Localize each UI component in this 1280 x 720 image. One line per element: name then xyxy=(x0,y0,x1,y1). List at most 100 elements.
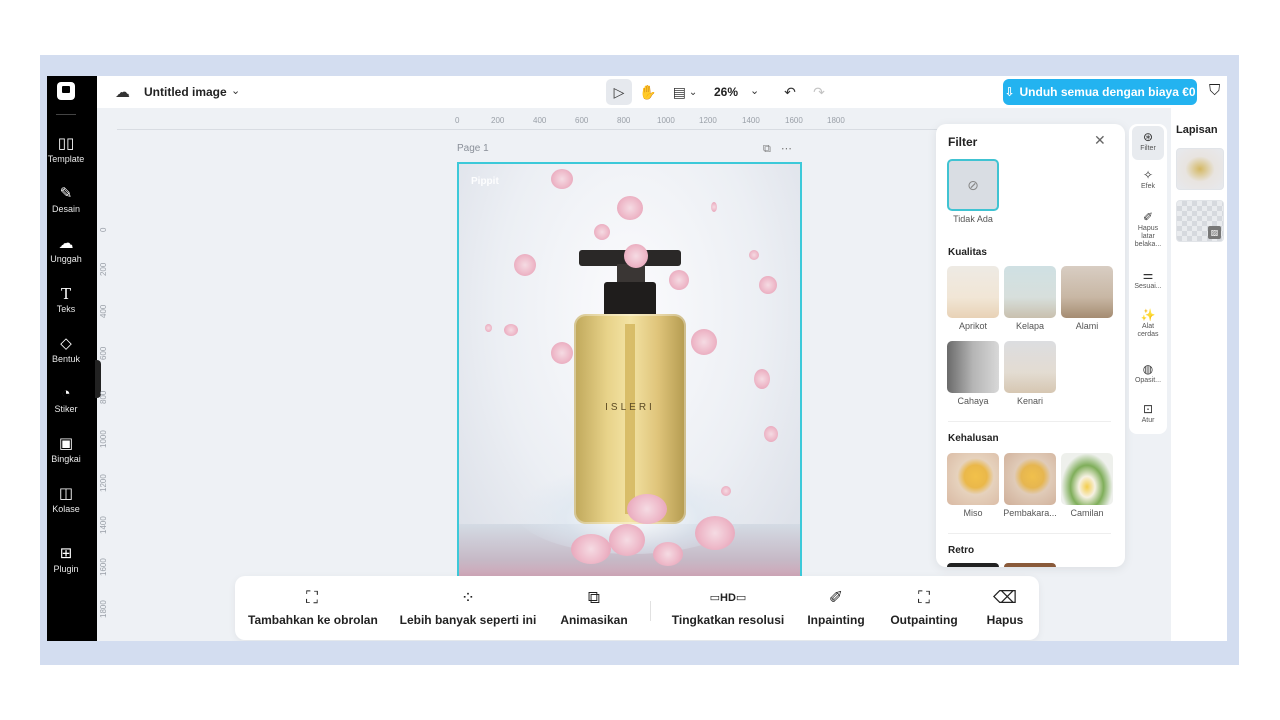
ruler-tick: 0 xyxy=(99,227,108,232)
select-tool-button[interactable]: ▷ xyxy=(606,79,632,105)
inpainting-button[interactable]: ✐ Inpainting xyxy=(803,588,869,627)
filter-panel: Filter ✕ ⊘ Tidak Ada Kualitas Aprikot Ke… xyxy=(936,124,1125,567)
editor-app: ▯▯ Template ✎ Desain ☁ Unggah T Teks ◇ B… xyxy=(47,76,1227,641)
rail-item-desain[interactable]: ✎ Desain xyxy=(47,185,85,215)
add-to-chat-icon: ⛶ xyxy=(306,588,318,607)
image-icon: ▨ xyxy=(1208,226,1221,239)
ruler-tick: 1200 xyxy=(99,474,108,492)
document-title[interactable]: Untitled image xyxy=(144,85,227,99)
rail-item-bingkai[interactable]: ▣ Bingkai xyxy=(47,435,85,465)
filter-cahaya[interactable] xyxy=(947,341,999,393)
blossom xyxy=(551,169,573,189)
animate-icon: ⧉ xyxy=(587,588,601,607)
rail-item-label: Plugin xyxy=(53,564,79,574)
more-like-this-icon: ⁘ xyxy=(460,588,476,607)
eraser-icon: ⌫ xyxy=(992,588,1018,607)
plugin-icon: ⊞ xyxy=(59,545,73,562)
ruler-tick: 1000 xyxy=(99,430,108,448)
blossom xyxy=(609,524,645,556)
smart-tools-icon: ✨ xyxy=(1140,308,1156,322)
more-options-icon[interactable]: ⋯ xyxy=(781,143,802,155)
rail-item-bentuk[interactable]: ◇ Bentuk xyxy=(47,336,85,365)
section-divider xyxy=(948,421,1111,422)
chevron-down-icon[interactable]: ⌄ xyxy=(231,84,240,97)
effects-icon: ✧ xyxy=(1142,168,1154,182)
upscale-button[interactable]: ▭HD▭ Tingkatkan resolusi xyxy=(669,588,787,627)
filter-label: Camilan xyxy=(1070,508,1104,518)
erase-button[interactable]: ⌫ Hapus xyxy=(981,588,1029,627)
ruler-tick: 600 xyxy=(575,116,589,125)
chevron-down-icon[interactable]: ⌄ xyxy=(750,84,759,97)
tool-label: Filter xyxy=(1140,145,1156,152)
layout-menu-button[interactable]: ▤ ⌄ xyxy=(667,79,703,105)
rail-item-teks[interactable]: T Teks xyxy=(47,286,85,314)
shield-check-icon[interactable]: ⛉ xyxy=(1209,82,1220,99)
frame-icon: ▣ xyxy=(58,435,74,452)
close-icon[interactable]: ✕ xyxy=(1094,132,1106,149)
rail-item-label: Stiker xyxy=(54,404,78,414)
add-to-chat-button[interactable]: ⛶ Tambahkan ke obrolan xyxy=(248,588,378,627)
design-icon: ✎ xyxy=(59,185,73,202)
tool-arrange[interactable]: ⊡ Atur xyxy=(1129,402,1167,425)
tool-label: Sesuai... xyxy=(1134,283,1162,290)
action-label: Animasikan xyxy=(560,613,628,627)
filter-miso[interactable] xyxy=(947,453,999,505)
duplicate-page-icon[interactable]: ⧉ xyxy=(763,143,781,155)
outpainting-button[interactable]: ⛶ Outpainting xyxy=(885,588,963,627)
rail-item-template[interactable]: ▯▯ Template xyxy=(47,136,85,165)
more-like-this-button[interactable]: ⁘ Lebih banyak seperti ini xyxy=(398,588,538,627)
blossom xyxy=(691,329,717,355)
tool-label: Opasit... xyxy=(1134,377,1162,384)
bottle-tube xyxy=(625,324,635,514)
canvas-image[interactable]: Pippit ISLERI xyxy=(457,162,802,582)
filter-label: Pembakara... xyxy=(1003,508,1057,518)
animate-button[interactable]: ⧉ Animasikan xyxy=(559,588,629,627)
blossom xyxy=(721,486,731,496)
filter-aprikot[interactable] xyxy=(947,266,999,318)
filter-label: Alami xyxy=(1075,321,1099,331)
bottle-neck xyxy=(604,282,656,318)
upload-icon: ☁ xyxy=(58,235,74,252)
layer-image[interactable] xyxy=(1176,148,1224,190)
tool-filter[interactable]: ⊛ Filter xyxy=(1132,126,1164,160)
cloud-sync-icon[interactable]: ☁ xyxy=(115,83,130,101)
action-label: Lebih banyak seperti ini xyxy=(399,613,537,627)
left-rail: ▯▯ Template ✎ Desain ☁ Unggah T Teks ◇ B… xyxy=(47,76,97,641)
filter-none[interactable]: ⊘ xyxy=(947,159,999,211)
filter-kelapa[interactable] xyxy=(1004,266,1056,318)
rail-item-kolase[interactable]: ◫ Kolase xyxy=(47,486,85,515)
filter-retro-1[interactable] xyxy=(947,563,999,567)
redo-button[interactable]: ↷ xyxy=(806,79,832,105)
app-logo-icon[interactable] xyxy=(57,82,75,100)
tool-adjust[interactable]: ⚌ Sesuai... xyxy=(1129,268,1167,291)
filter-alami[interactable] xyxy=(1061,266,1113,318)
tool-efek[interactable]: ✧ Efek xyxy=(1129,168,1167,191)
tool-smart-tools[interactable]: ✨ Alat cerdas xyxy=(1129,308,1167,339)
download-all-button[interactable]: ⇩ Unduh semua dengan biaya €0 xyxy=(1003,79,1197,105)
layers-title: Lapisan xyxy=(1176,124,1218,136)
tool-remove-background[interactable]: ✐ Hapus latar belaka... xyxy=(1129,210,1167,249)
none-icon: ⊘ xyxy=(967,176,979,193)
rail-item-label: Bingkai xyxy=(51,454,81,464)
filter-retro-2[interactable] xyxy=(1004,563,1056,567)
blossom xyxy=(695,516,735,550)
filter-label: Aprikot xyxy=(958,321,987,331)
layout-icon: ▤ xyxy=(672,83,686,100)
section-kehalusan: Kehalusan xyxy=(948,433,999,444)
page-tools: ⧉⋯ xyxy=(763,142,802,156)
layer-background[interactable]: ▨ xyxy=(1176,200,1224,242)
rail-item-stiker[interactable]: ◔ Stiker xyxy=(47,386,85,415)
filter-pembakaran[interactable] xyxy=(1004,453,1056,505)
rail-item-unggah[interactable]: ☁ Unggah xyxy=(47,235,85,265)
filter-kenari[interactable] xyxy=(1004,341,1056,393)
rail-item-plugin[interactable]: ⊞ Plugin xyxy=(47,545,85,575)
hand-tool-button[interactable]: ✋ xyxy=(635,79,661,105)
action-label: Tingkatkan resolusi xyxy=(671,613,785,627)
zoom-level[interactable]: 26% xyxy=(714,85,738,99)
filter-camilan[interactable] xyxy=(1061,453,1113,505)
undo-icon: ↶ xyxy=(784,83,796,100)
undo-button[interactable]: ↶ xyxy=(777,79,803,105)
rail-item-label: Teks xyxy=(56,304,76,314)
tool-opacity[interactable]: ◍ Opasit... xyxy=(1129,362,1167,385)
inpainting-icon: ✐ xyxy=(828,588,844,607)
